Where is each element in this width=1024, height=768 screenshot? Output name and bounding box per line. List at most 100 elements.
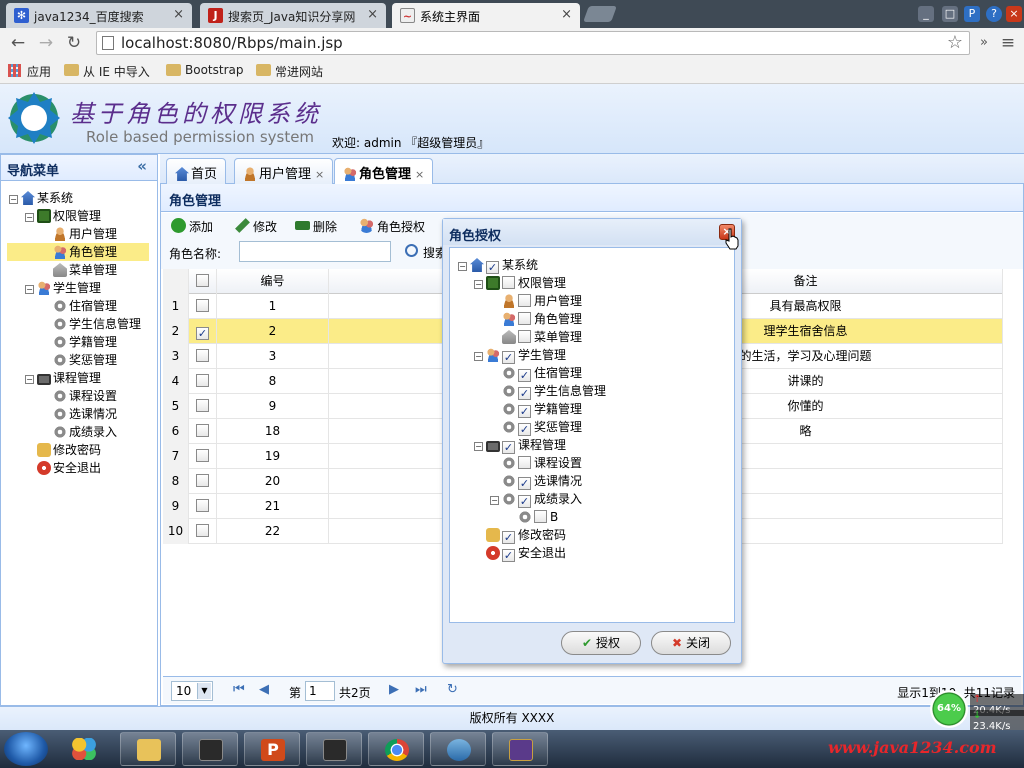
taskbar-butterfly[interactable]: [56, 732, 112, 766]
page-number-input[interactable]: 1: [305, 681, 335, 701]
expander-icon[interactable]: −: [490, 496, 499, 505]
row-checkbox[interactable]: [189, 394, 217, 419]
permission-checkbox[interactable]: ✓: [486, 261, 499, 274]
bookmark-common-sites[interactable]: 常进网站: [256, 63, 323, 80]
refresh-icon[interactable]: ↻: [447, 682, 458, 697]
permission-checkbox[interactable]: [518, 312, 531, 325]
tree-node[interactable]: 课程设置: [41, 387, 117, 405]
expander-icon[interactable]: −: [9, 195, 18, 204]
permission-checkbox[interactable]: ✓: [518, 495, 531, 508]
taskbar-eclipse[interactable]: [492, 732, 548, 766]
close-window-icon[interactable]: ×: [1006, 6, 1022, 22]
permission-checkbox[interactable]: ✓: [502, 549, 515, 562]
address-bar[interactable]: localhost:8080/Rbps/main.jsp ☆: [96, 31, 970, 55]
tree-node[interactable]: 课程设置: [490, 454, 582, 472]
tree-node[interactable]: 学生信息管理: [41, 315, 141, 333]
permission-checkbox[interactable]: [518, 294, 531, 307]
tree-node[interactable]: 用户管理: [490, 292, 582, 310]
expander-icon[interactable]: −: [474, 280, 483, 289]
authorize-button[interactable]: 角色授权: [359, 218, 425, 235]
tree-node[interactable]: ✓ 奖惩管理: [490, 418, 582, 436]
taskbar-mysql[interactable]: [430, 732, 486, 766]
row-checkbox[interactable]: [189, 344, 217, 369]
extension-p-icon[interactable]: P: [964, 6, 980, 22]
browser-tab-baidu[interactable]: ✻ java1234_百度搜索 ×: [6, 3, 192, 28]
tree-node[interactable]: − 权限管理: [25, 207, 101, 225]
tree-node[interactable]: 用户管理: [41, 225, 117, 243]
start-button[interactable]: [4, 732, 48, 766]
close-tab-icon[interactable]: ×: [367, 7, 378, 22]
browser-tab-java1234[interactable]: J 搜索页_Java知识分享网 ×: [200, 3, 386, 28]
collapse-icon[interactable]: «: [137, 157, 147, 175]
permission-checkbox[interactable]: ✓: [518, 423, 531, 436]
taskbar-explorer[interactable]: [120, 732, 176, 766]
tree-node[interactable]: − ✓ 成绩录入: [490, 490, 582, 508]
bookmark-bootstrap[interactable]: Bootstrap: [166, 63, 243, 77]
tree-node[interactable]: 学籍管理: [41, 333, 117, 351]
permission-checkbox[interactable]: [534, 510, 547, 523]
tree-node[interactable]: − 学生管理: [25, 279, 101, 297]
tree-node[interactable]: 角色管理: [7, 243, 149, 261]
select-all-checkbox[interactable]: [189, 269, 217, 294]
chrome-menu-icon[interactable]: ≡: [998, 33, 1018, 53]
taskbar-chrome[interactable]: [368, 732, 424, 766]
bookmark-apps[interactable]: 应用: [8, 63, 51, 80]
delete-button[interactable]: 删除: [295, 218, 337, 235]
permission-checkbox[interactable]: [502, 276, 515, 289]
tree-node[interactable]: 安全退出: [25, 459, 101, 477]
add-button[interactable]: 添加: [171, 218, 213, 235]
close-tab-icon[interactable]: ×: [415, 168, 424, 181]
forward-arrow-icon[interactable]: →: [36, 33, 56, 53]
column-header-id[interactable]: 编号: [217, 269, 329, 294]
tree-node[interactable]: 菜单管理: [490, 328, 582, 346]
permission-checkbox[interactable]: ✓: [502, 531, 515, 544]
tree-node[interactable]: ✓ 安全退出: [474, 544, 566, 562]
tree-node[interactable]: B: [506, 508, 558, 526]
tree-node[interactable]: 成绩录入: [41, 423, 117, 441]
taskbar-recorder[interactable]: [306, 732, 362, 766]
tree-node[interactable]: − ✓ 某系统: [458, 256, 538, 274]
bookmark-ie-import[interactable]: 从 IE 中导入: [64, 63, 150, 80]
reload-icon[interactable]: ↻: [64, 33, 84, 53]
tab-user-management[interactable]: 用户管理 ×: [234, 158, 334, 184]
permission-checkbox[interactable]: ✓: [518, 369, 531, 382]
tree-node[interactable]: ✓ 学籍管理: [490, 400, 582, 418]
row-checkbox[interactable]: ✓: [189, 319, 217, 344]
tree-node[interactable]: 选课情况: [41, 405, 117, 423]
tree-node[interactable]: − ✓ 课程管理: [474, 436, 566, 454]
row-checkbox[interactable]: [189, 494, 217, 519]
close-tab-icon[interactable]: ×: [315, 168, 324, 181]
row-checkbox[interactable]: [189, 444, 217, 469]
permission-checkbox[interactable]: ✓: [518, 387, 531, 400]
help-icon[interactable]: ?: [986, 6, 1002, 22]
permission-checkbox[interactable]: [518, 456, 531, 469]
tab-home[interactable]: 首页: [166, 158, 227, 184]
expander-icon[interactable]: −: [25, 285, 34, 294]
close-button[interactable]: ✖ 关闭: [651, 631, 731, 655]
minimize-icon[interactable]: _: [918, 6, 934, 22]
tree-node[interactable]: ✓ 选课情况: [490, 472, 582, 490]
edit-button[interactable]: 修改: [235, 218, 277, 235]
expander-icon[interactable]: −: [458, 262, 467, 271]
row-checkbox[interactable]: [189, 419, 217, 444]
bookmark-star-icon[interactable]: ☆: [947, 32, 963, 53]
search-button[interactable]: 搜索: [405, 244, 447, 261]
tree-node[interactable]: ✓ 学生信息管理: [490, 382, 606, 400]
tree-node[interactable]: − 某系统: [9, 189, 73, 207]
tree-node[interactable]: 角色管理: [490, 310, 582, 328]
tree-node[interactable]: − 权限管理: [474, 274, 566, 292]
row-checkbox[interactable]: [189, 519, 217, 544]
row-checkbox[interactable]: [189, 294, 217, 319]
first-page-icon[interactable]: ⏮: [233, 682, 245, 697]
tree-node[interactable]: ✓ 住宿管理: [490, 364, 582, 382]
row-checkbox[interactable]: [189, 369, 217, 394]
expander-icon[interactable]: −: [474, 352, 483, 361]
expander-icon[interactable]: −: [474, 442, 483, 451]
close-tab-icon[interactable]: ×: [561, 7, 572, 22]
close-tab-icon[interactable]: ×: [173, 7, 184, 22]
permission-checkbox[interactable]: [518, 330, 531, 343]
page-size-select[interactable]: 10 ▼: [171, 681, 213, 701]
tree-node[interactable]: − ✓ 学生管理: [474, 346, 566, 364]
tree-node[interactable]: 住宿管理: [41, 297, 117, 315]
permission-checkbox[interactable]: ✓: [502, 441, 515, 454]
